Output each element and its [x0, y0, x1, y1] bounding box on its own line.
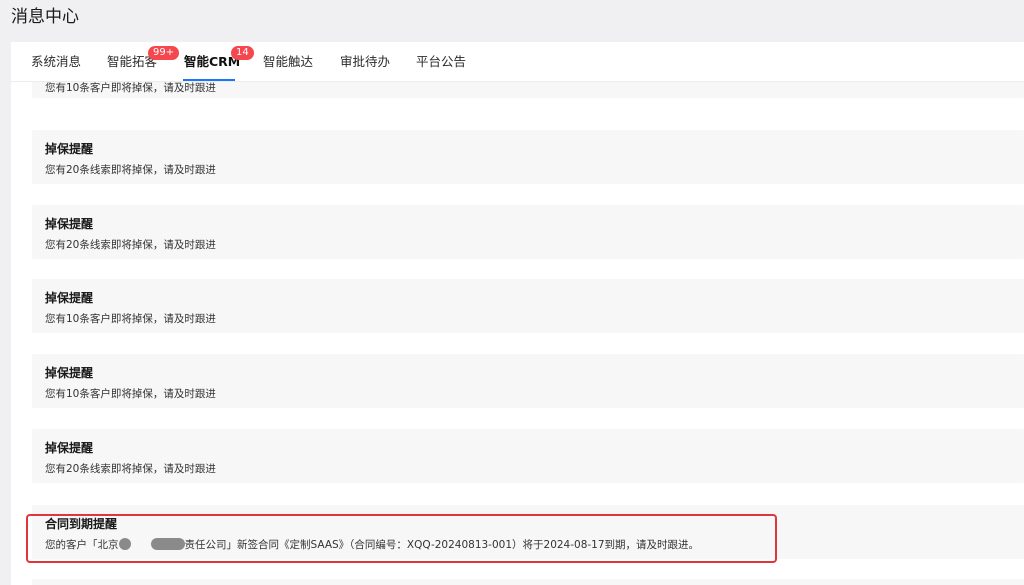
message-panel: 系统消息 智能拓客 99+ 智能CRM 14 智能触达 审批待办 平台公告 您有…	[11, 42, 1024, 585]
page-header: 消息中心	[0, 0, 1024, 42]
active-tab-indicator	[183, 79, 235, 81]
message-desc: 您有10条客户即将掉保，请及时跟进	[45, 313, 216, 325]
message-title: 掉保提醒	[45, 142, 94, 156]
message-list[interactable]: 您有10条客户即将掉保，请及时跟进 掉保提醒 您有20条线索即将掉保，请及时跟进…	[11, 82, 1024, 585]
message-title: 掉保提醒	[45, 217, 94, 231]
message-card[interactable]: 掉保提醒 您有10条客户即将掉保，请及时跟进	[32, 279, 1024, 333]
message-card[interactable]: 您有10条客户即将掉保，请及时跟进	[32, 82, 1024, 98]
message-title: 掉保提醒	[45, 366, 94, 380]
message-desc: 您有20条线索即将掉保，请及时跟进	[45, 164, 216, 176]
message-card[interactable]: 掉保提醒 您有20条线索即将掉保，请及时跟进	[32, 130, 1024, 184]
message-desc: 您有10条客户即将掉保，请及时跟进	[45, 82, 216, 94]
message-card[interactable]: 掉保提醒 您有20条线索即将掉保，请及时跟进	[32, 205, 1024, 259]
message-card[interactable]	[32, 579, 1024, 585]
message-desc: 您有20条线索即将掉保，请及时跟进	[45, 463, 216, 475]
message-title: 掉保提醒	[45, 291, 94, 305]
highlight-annotation	[26, 514, 777, 563]
message-desc: 您有20条线索即将掉保，请及时跟进	[45, 239, 216, 251]
tab-platform-announcements[interactable]: 平台公告	[416, 54, 466, 70]
message-desc: 您有10条客户即将掉保，请及时跟进	[45, 388, 216, 400]
tab-approval-todo[interactable]: 审批待办	[340, 54, 390, 70]
tab-smart-crm-badge: 14	[231, 46, 254, 60]
message-title: 掉保提醒	[45, 441, 94, 455]
tab-bar: 系统消息 智能拓客 99+ 智能CRM 14 智能触达 审批待办 平台公告	[11, 42, 1024, 82]
tab-smart-outreach[interactable]: 智能触达	[263, 54, 313, 70]
tab-system-messages[interactable]: 系统消息	[31, 54, 81, 70]
page-title: 消息中心	[11, 7, 79, 27]
message-card[interactable]: 掉保提醒 您有10条客户即将掉保，请及时跟进	[32, 354, 1024, 408]
message-card[interactable]: 掉保提醒 您有20条线索即将掉保，请及时跟进	[32, 429, 1024, 483]
tab-smart-prospecting-badge: 99+	[148, 46, 180, 60]
